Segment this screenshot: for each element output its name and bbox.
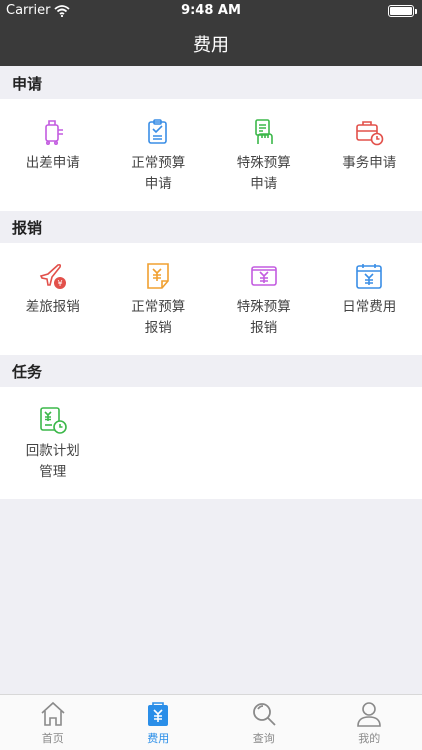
plane-yen-icon: ¥ bbox=[38, 261, 68, 291]
tab-label: 首页 bbox=[41, 732, 64, 745]
task-payment-plan-item[interactable]: 回款计划管理 bbox=[0, 387, 106, 499]
grid-item-label: 事务申请 bbox=[342, 155, 397, 171]
battery-icon bbox=[388, 5, 417, 17]
grid-item-label: 差旅报销 bbox=[25, 299, 80, 315]
search-icon bbox=[249, 701, 279, 727]
nav-bar: 费用 bbox=[0, 22, 422, 66]
tab-expense[interactable]: 费用 bbox=[106, 695, 212, 750]
page-title: 费用 bbox=[193, 35, 229, 56]
status-bar: Carrier 9:48 AM bbox=[0, 0, 422, 22]
section-title: 申请 bbox=[12, 74, 43, 93]
grid-item-label: 正常预算申请 bbox=[131, 155, 186, 192]
tasks-grid: 回款计划管理 bbox=[0, 387, 422, 499]
yen-bag-icon bbox=[143, 701, 173, 727]
tab-bar: 首页 费用 查询 我的 bbox=[0, 694, 422, 750]
apply-grid: 出差申请 正常预算申请 特殊预算申请 事务申请 bbox=[0, 99, 422, 211]
yen-plan-clock-icon bbox=[38, 405, 68, 435]
clipboard-check-icon bbox=[143, 117, 173, 147]
section-title: 任务 bbox=[12, 362, 43, 381]
reimburse-special-budget-item[interactable]: 特殊预算报销 bbox=[211, 243, 317, 355]
home-icon bbox=[38, 701, 68, 727]
grid-item-label: 出差申请 bbox=[25, 155, 80, 171]
luggage-icon bbox=[38, 117, 68, 147]
section-title: 报销 bbox=[12, 218, 43, 237]
apply-affairs-item[interactable]: 事务申请 bbox=[317, 99, 422, 211]
reimburse-grid: ¥ 差旅报销 正常预算报销 特殊预算报销 日常费用 bbox=[0, 243, 422, 355]
tab-search[interactable]: 查询 bbox=[211, 695, 317, 750]
grid-item-label: 正常预算报销 bbox=[131, 299, 186, 336]
hand-document-icon bbox=[249, 117, 279, 147]
apply-normal-budget-item[interactable]: 正常预算申请 bbox=[106, 99, 212, 211]
reimburse-normal-budget-item[interactable]: 正常预算报销 bbox=[106, 243, 212, 355]
yen-wallet-icon bbox=[249, 261, 279, 291]
section-header-reimburse: 报销 bbox=[0, 211, 422, 243]
reimburse-travel-item[interactable]: ¥ 差旅报销 bbox=[0, 243, 106, 355]
svg-text:¥: ¥ bbox=[57, 279, 62, 288]
apply-special-budget-item[interactable]: 特殊预算申请 bbox=[211, 99, 317, 211]
grid-item-label: 日常费用 bbox=[342, 299, 397, 315]
section-header-tasks: 任务 bbox=[0, 355, 422, 387]
tab-mine[interactable]: 我的 bbox=[317, 695, 422, 750]
tab-label: 费用 bbox=[147, 732, 170, 745]
status-time: 9:48 AM bbox=[181, 3, 241, 18]
reimburse-daily-expense-item[interactable]: 日常费用 bbox=[317, 243, 422, 355]
grid-item-label: 回款计划管理 bbox=[25, 443, 80, 480]
person-icon bbox=[354, 701, 384, 727]
tab-label: 我的 bbox=[358, 732, 381, 745]
tab-label: 查询 bbox=[252, 732, 275, 745]
yen-calendar-icon bbox=[354, 261, 384, 291]
yen-document-icon bbox=[143, 261, 173, 291]
tab-home[interactable]: 首页 bbox=[0, 695, 106, 750]
section-header-apply: 申请 bbox=[0, 67, 422, 99]
grid-item-label: 特殊预算报销 bbox=[236, 299, 291, 336]
grid-item-label: 特殊预算申请 bbox=[236, 155, 291, 192]
briefcase-clock-icon bbox=[354, 117, 384, 147]
apply-travel-item[interactable]: 出差申请 bbox=[0, 99, 106, 211]
